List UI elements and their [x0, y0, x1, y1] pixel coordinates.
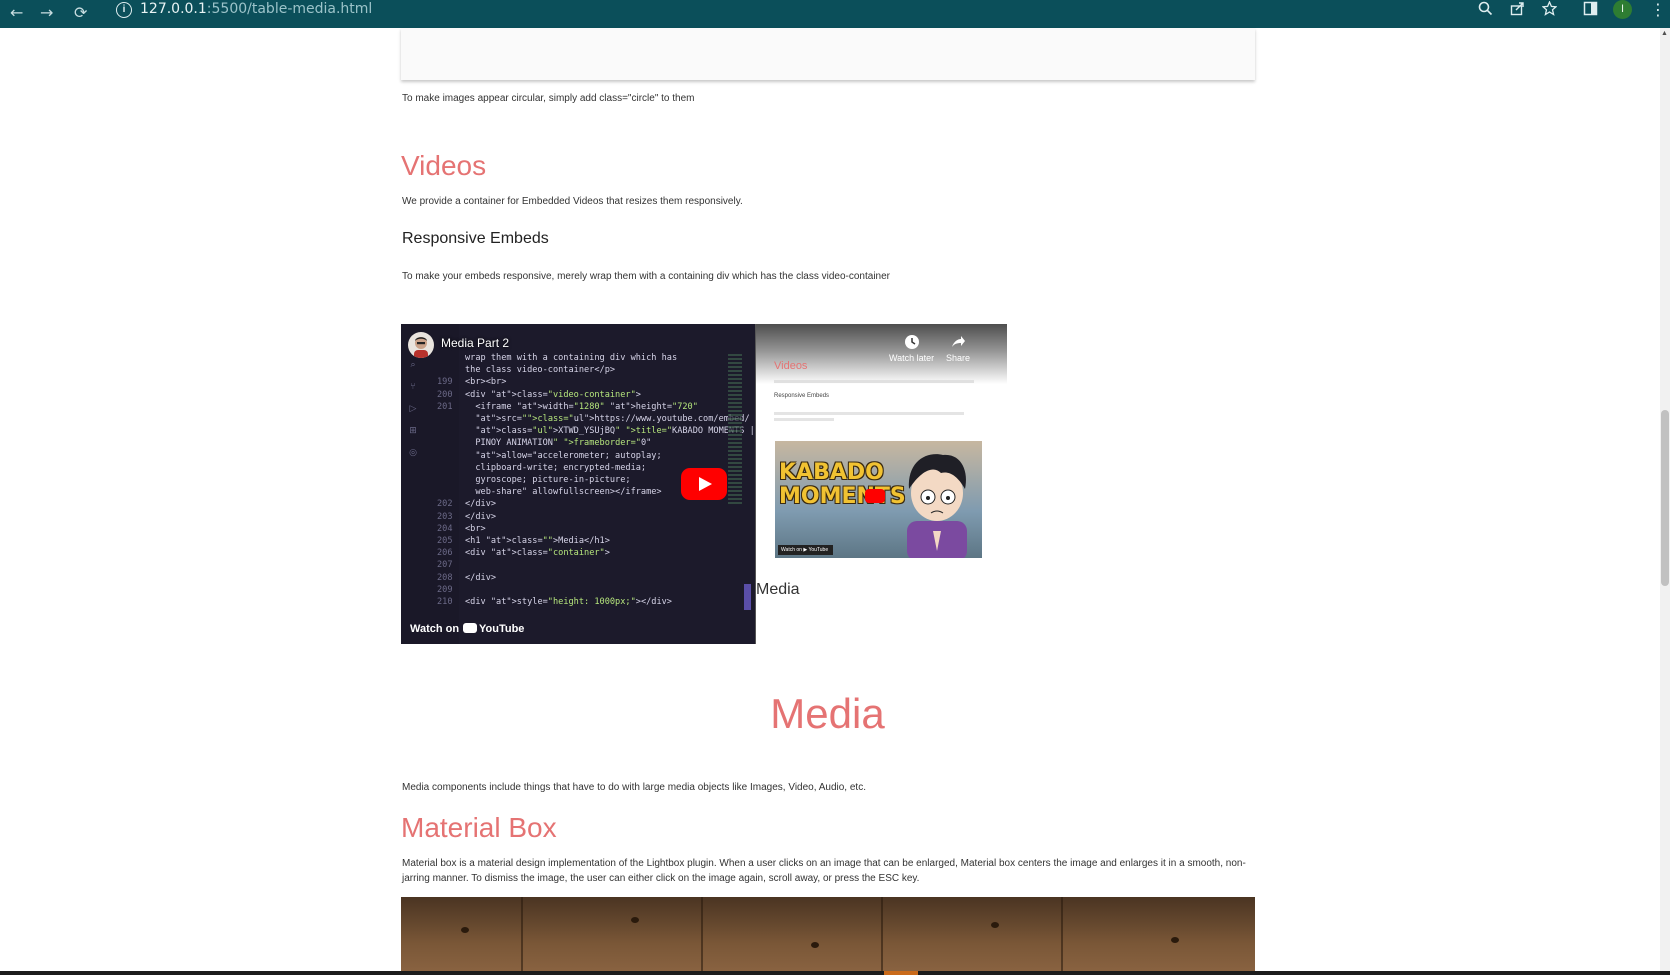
- inner-video-thumbnail: KABADO MOMENTS Watch on ▶ YouTube: [775, 441, 982, 558]
- sidepanel-icon[interactable]: [1583, 1, 1598, 20]
- inner-text-line: [774, 380, 974, 383]
- material-description-line-1: Material box is a material design implem…: [402, 858, 1246, 869]
- media-description: Media components include things that hav…: [402, 782, 866, 793]
- materialbox-image[interactable]: [401, 897, 1255, 975]
- inner-responsive-heading: Responsive Embeds: [774, 393, 830, 399]
- code-line: 206 <div "at">class="container">: [437, 548, 610, 559]
- code-line: 205 <h1 "at">class="">Media</h1>: [437, 536, 610, 547]
- code-line: 203 </div>: [437, 511, 497, 522]
- share-icon[interactable]: [1510, 1, 1526, 20]
- browser-toolbar: ← → ⟳ i 127.0.0.1:5500/table-media.html …: [0, 0, 1670, 28]
- watch-later-label: Watch later: [889, 353, 935, 363]
- embedded-video[interactable]: ⌕ ⑂ ▷ ⊞ ◎ wrap them with a containing di…: [401, 324, 1007, 644]
- site-info-icon[interactable]: i: [116, 2, 132, 18]
- code-line: 209: [437, 584, 453, 595]
- code-line: 204 <br>: [437, 523, 486, 534]
- inner-text-line: [774, 412, 964, 415]
- editor-activity-bar: ⌕ ⑂ ▷ ⊞ ◎: [401, 354, 425, 644]
- material-description-line-2: jarring manner. To dismiss the image, th…: [402, 873, 920, 884]
- code-line: wrap them with a containing div which ha…: [465, 353, 678, 363]
- code-line: 200 <div "at">class="video-container">: [437, 389, 641, 400]
- watch-on-youtube-link[interactable]: Watch on YouTube: [401, 614, 527, 644]
- remote-icon: ◎: [409, 448, 417, 458]
- code-line: "at">src="">class="ul">https://www.youtu…: [475, 414, 750, 425]
- code-line: 210 <div "at">style="height: 1000px;"></d…: [437, 597, 672, 608]
- editor-scrollbar: [744, 584, 751, 610]
- forward-arrow-icon[interactable]: →: [40, 4, 53, 22]
- inner-watch-on-youtube: Watch on ▶ YouTube: [778, 545, 833, 555]
- material-box-heading: Material Box: [401, 812, 557, 843]
- channel-avatar[interactable]: [408, 332, 434, 358]
- play-button[interactable]: [681, 468, 727, 500]
- taskbar: [0, 971, 1670, 975]
- watch-on-label: Watch on: [410, 623, 460, 635]
- url-text[interactable]: 127.0.0.1:5500/table-media.html: [140, 1, 372, 17]
- youtube-logo-label: YouTube: [463, 623, 524, 635]
- cartoon-character-image: [907, 454, 967, 558]
- share-label: Share: [946, 353, 971, 363]
- video-title[interactable]: Media Part 2: [441, 336, 509, 350]
- code-line: 207: [437, 560, 453, 571]
- code-line: "at">allow="accelerometer; autoplay;: [475, 450, 662, 461]
- inner-videos-heading: Videos: [774, 360, 808, 372]
- inner-play-icon: [865, 489, 885, 503]
- menu-icon[interactable]: ⋮: [1650, 1, 1666, 19]
- code-line: PINOY ANIMATION" ">frameborder="0": [465, 438, 652, 449]
- url-path: :5500/table-media.html: [206, 1, 373, 17]
- back-arrow-icon[interactable]: ←: [10, 4, 23, 22]
- videos-description: We provide a container for Embedded Vide…: [402, 196, 743, 207]
- scroll-up-arrow-icon[interactable]: ▲: [1661, 30, 1668, 37]
- code-line: 199 <br><br>: [437, 377, 507, 388]
- zoom-icon[interactable]: [1478, 1, 1493, 20]
- inner-media-heading: Media: [756, 581, 800, 598]
- circle-note: To make images appear circular, simply a…: [402, 93, 695, 104]
- profile-avatar[interactable]: I: [1613, 0, 1632, 19]
- media-heading: Media: [770, 690, 885, 737]
- code-line: 201 <iframe "at">width="1280" "at">heigh…: [437, 401, 698, 412]
- url-host: 127.0.0.1: [140, 1, 207, 17]
- code-line: "at">class="ul">XTWD_YSUjBQ" ">title="KA…: [475, 426, 755, 437]
- reload-icon[interactable]: ⟳: [74, 4, 87, 22]
- source-control-icon: ⑂: [410, 382, 416, 392]
- code-line: the class video-container</p>: [465, 365, 616, 376]
- star-icon[interactable]: [1541, 0, 1558, 20]
- responsive-embeds-heading: Responsive Embeds: [402, 230, 549, 247]
- code-line: 202 </div>: [437, 499, 497, 510]
- page-scrollbar[interactable]: ▲: [1660, 28, 1670, 975]
- video-frame-browser: Watch later Share Videos Responsive Embe…: [756, 324, 1007, 644]
- watch-later-button[interactable]: Watch later: [889, 334, 934, 363]
- image-card: [401, 28, 1255, 80]
- editor-minimap: [728, 354, 742, 504]
- extensions-icon: ⊞: [409, 426, 417, 436]
- scrollbar-thumb[interactable]: [1661, 410, 1669, 586]
- share-button[interactable]: Share: [946, 334, 970, 363]
- responsive-description: To make your embeds responsive, merely w…: [402, 271, 891, 282]
- run-icon: ▷: [409, 404, 417, 414]
- videos-heading: Videos: [401, 150, 487, 181]
- address-bar[interactable]: i 127.0.0.1:5500/table-media.html: [108, 0, 1468, 24]
- inner-text-line: [774, 418, 834, 421]
- code-line: 208 </div>: [437, 572, 497, 583]
